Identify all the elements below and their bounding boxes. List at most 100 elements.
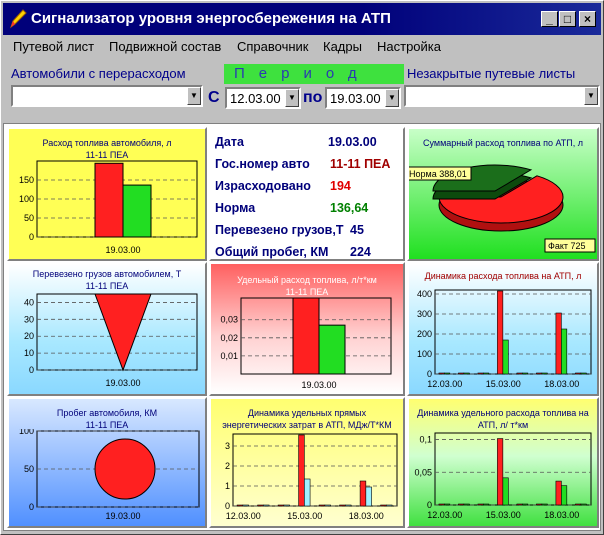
window-title: Сигнализатор уровня энергосбережения на … (31, 10, 391, 27)
y-tick-label: 0 (225, 501, 230, 511)
bar-series-2 (522, 503, 529, 506)
chevron-down-icon[interactable]: ▼ (584, 87, 598, 105)
bar-fact (94, 162, 124, 238)
bar-series-1 (575, 372, 582, 375)
dyn-specific-chart-panel: Динамика удельного расхода топлива на АТ… (407, 397, 599, 528)
info-value: 45 (350, 223, 364, 237)
bar-series-2 (463, 503, 470, 506)
bar-series-2 (365, 486, 372, 507)
bar-norm (318, 324, 346, 375)
y-tick-label: 20 (24, 331, 34, 341)
maximize-button[interactable]: □ (559, 11, 576, 27)
menu-reference[interactable]: Справочник (237, 39, 309, 54)
dyn-fuel-chart-panel: Динамика расхода топлива на АТП, л 0 100 2… (407, 262, 599, 396)
chevron-down-icon[interactable]: ▼ (385, 89, 399, 107)
y-tick-label: 0 (427, 500, 432, 510)
cargo-chart-panel: Перевезено грузов автомобилем, Т 11-11 П… (7, 262, 207, 396)
x-tick-label: 19.03.00 (105, 245, 140, 255)
info-label: Израсходовано (215, 179, 311, 193)
info-value: 11-11 ПЕА (330, 157, 391, 171)
x-tick-label: 12.03.00 (427, 510, 462, 520)
info-value: 19.03.00 (328, 135, 377, 149)
y-tick-label: 100 (19, 194, 34, 204)
close-button[interactable]: × (579, 11, 596, 27)
y-tick-label: 100 (19, 429, 34, 436)
bar-series-1 (497, 438, 504, 506)
cargo-triangle (94, 293, 152, 372)
minimize-button[interactable]: _ (541, 11, 558, 27)
dyn-fuel-chart: 0 100 200 300 400 12.03.00 15.03.00 18.03.00 (417, 289, 592, 389)
info-label: Дата (215, 135, 244, 149)
bar-series-1 (477, 372, 484, 375)
bar-series-1 (339, 504, 346, 507)
y-tick-label: 0,02 (220, 333, 238, 343)
bar-series-1 (536, 503, 543, 506)
bar-fact (292, 297, 320, 375)
chart-title: Суммарный расход топлива по АТП, л (423, 138, 583, 148)
bar-series-2 (345, 504, 352, 507)
plot-frame (434, 289, 592, 375)
menu-waybill[interactable]: Путевой лист (13, 39, 94, 54)
date-from-combo[interactable]: 12.03.00 ▼ (225, 87, 301, 109)
chevron-down-icon[interactable]: ▼ (187, 87, 201, 105)
info-label: Перевезено грузов,Т (215, 223, 344, 237)
chevron-down-icon[interactable]: ▼ (285, 89, 299, 107)
y-tick-label: 1 (225, 481, 230, 491)
title-bar[interactable]: Сигнализатор уровня энергосбережения на … (3, 3, 601, 35)
bar-series-2 (522, 372, 529, 375)
menu-staff[interactable]: Кадры (323, 39, 362, 54)
y-tick-label: 50 (24, 464, 34, 474)
x-tick-label: 12.03.00 (226, 511, 261, 521)
bar-series-2 (263, 504, 270, 507)
chart-title: Динамика расхода топлива на АТП, л (424, 271, 582, 281)
x-tick-label: 18.03.00 (544, 510, 579, 520)
bar-series-1 (497, 290, 504, 375)
plot-frame (434, 432, 592, 506)
fuel-chart-panel: Расход топлива автомобиля, л 11-11 ПЕА 0… (7, 127, 207, 261)
open-sheets-combo[interactable]: ▼ (404, 85, 600, 107)
pen-icon (10, 9, 27, 29)
cars-overrun-combo[interactable]: ▼ (11, 85, 203, 107)
bar-series-1 (318, 504, 326, 507)
bar-series-2 (502, 477, 509, 506)
date-to-combo[interactable]: 19.03.00 ▼ (325, 87, 401, 109)
chart-title: Динамика удельных прямых энергетических … (222, 408, 392, 430)
x-tick-label: 12.03.00 (427, 379, 462, 389)
x-tick-label: 19.03.00 (301, 380, 336, 390)
x-tick-label: 15.03.00 (486, 379, 521, 389)
bar-series-2 (242, 504, 249, 507)
bar-norm (122, 184, 152, 238)
bar-series-2 (304, 478, 311, 507)
menu-settings[interactable]: Настройка (377, 39, 441, 54)
menu-bar: Путевой лист Подвижной состав Справочник… (3, 37, 601, 57)
chart-subtitle: 11-11 ПЕА (85, 281, 129, 291)
x-tick-label: 18.03.00 (349, 511, 384, 521)
y-tick-label: 30 (24, 314, 34, 324)
fuel-chart: 0 50 100 150 19.03.00 (19, 160, 198, 255)
y-tick-label: 0,01 (220, 351, 238, 361)
bar-series-2 (541, 372, 548, 375)
x-tick-label: 19.03.00 (105, 378, 140, 388)
bar-series-1 (380, 504, 387, 507)
menu-rolling-stock[interactable]: Подвижной состав (109, 39, 221, 54)
info-value: 136,64 (330, 201, 369, 215)
y-tick-label: 0 (29, 502, 34, 512)
x-tick-label: 19.03.00 (105, 511, 140, 521)
info-panel: Дата 19.03.00 Гос.номер авто 11-11 ПЕА Израс… (209, 127, 405, 261)
y-tick-label: 400 (417, 289, 432, 299)
bar-series-2 (483, 503, 490, 506)
bar-series-1 (575, 503, 582, 506)
mileage-chart-panel: Пробег автомобиля, КМ 11-11 ПЕА 0 50 100 19… (7, 397, 207, 528)
dyn-energy-chart: 0 1 2 3 12.03.00 15.03.00 18.03.00 (225, 433, 398, 521)
bar-series-1 (298, 434, 305, 507)
chart-title: Перевезено грузов автомобилем, Т (32, 269, 182, 279)
y-tick-label: 3 (225, 441, 230, 451)
chart-title: Динамика удельного расхода топлива на АТ… (417, 408, 589, 430)
bar-series-2 (580, 372, 587, 375)
bar-series-2 (541, 503, 548, 506)
info-value: 224 (350, 245, 371, 259)
y-tick-label: 150 (19, 175, 34, 185)
bar-series-1 (438, 372, 445, 375)
pie-chart-panel: Суммарный расход топлива по АТП, л Норма… (407, 127, 599, 261)
specific-chart-panel: Удельный расход топлива, л/т*км 11-11 ПЕ… (209, 262, 405, 396)
